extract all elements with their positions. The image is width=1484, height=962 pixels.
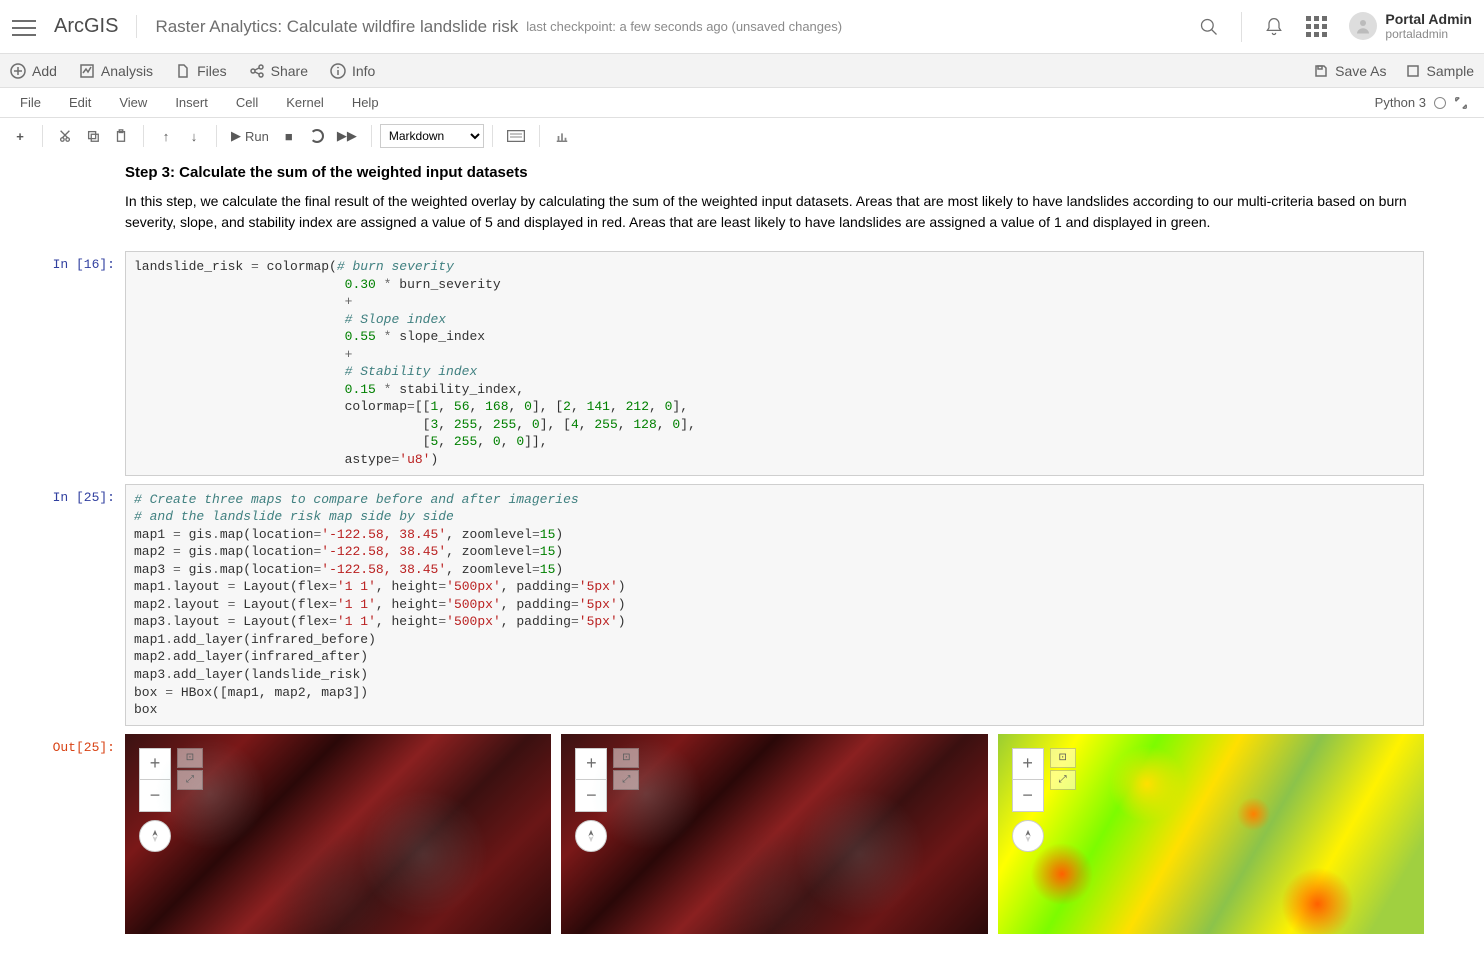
- menu-insert[interactable]: Insert: [161, 95, 222, 110]
- share-button[interactable]: Share: [249, 63, 308, 79]
- menu-bar: File Edit View Insert Cell Kernel Help P…: [0, 88, 1484, 118]
- map-risk[interactable]: +− ⊡⤢: [998, 734, 1424, 934]
- code-body-16[interactable]: landslide_risk = colormap(# burn severit…: [125, 251, 1424, 476]
- cell-type-select[interactable]: Markdown: [380, 124, 484, 148]
- zoom-out-button[interactable]: −: [1012, 780, 1044, 812]
- extent-icon[interactable]: ⤢: [613, 770, 639, 790]
- basemap-icon[interactable]: ⊡: [613, 748, 639, 768]
- step-heading: Step 3: Calculate the sum of the weighte…: [125, 164, 1424, 181]
- prompt-in-25: In [25]:: [40, 484, 125, 726]
- move-up-button[interactable]: ↑: [152, 123, 180, 149]
- notebook-title[interactable]: Raster Analytics: Calculate wildfire lan…: [155, 17, 518, 37]
- action-bar: Add Analysis Files Share Info Save As Sa…: [0, 54, 1484, 88]
- top-header: ArcGIS Raster Analytics: Calculate wildf…: [0, 0, 1484, 54]
- sample-button[interactable]: Sample: [1405, 63, 1474, 79]
- menu-cell[interactable]: Cell: [222, 95, 272, 110]
- zoom-in-button[interactable]: +: [1012, 748, 1044, 780]
- basemap-icon[interactable]: ⊡: [1050, 748, 1076, 768]
- expand-icon[interactable]: [1454, 96, 1468, 110]
- copy-button[interactable]: [79, 123, 107, 149]
- prompt-in-16: In [16]:: [40, 251, 125, 476]
- menu-icon[interactable]: [12, 15, 36, 39]
- code-body-25[interactable]: # Create three maps to compare before an…: [125, 484, 1424, 726]
- user-name: Portal Admin: [1385, 12, 1472, 27]
- info-button[interactable]: Info: [330, 63, 375, 79]
- bell-icon[interactable]: [1264, 17, 1284, 37]
- stop-button[interactable]: ■: [275, 123, 303, 149]
- user-login: portaladmin: [1385, 28, 1472, 41]
- menu-edit[interactable]: Edit: [55, 95, 105, 110]
- checkpoint-status: last checkpoint: a few seconds ago (unsa…: [526, 19, 842, 34]
- restart-button[interactable]: [303, 123, 331, 149]
- map-before[interactable]: +− ⊡⤢: [125, 734, 551, 934]
- code-cell-25[interactable]: In [25]: # Create three maps to compare …: [40, 484, 1424, 726]
- chart-icon[interactable]: [548, 123, 576, 149]
- output-cell-25: Out[25]: +− ⊡⤢ +− ⊡⤢ +− ⊡⤢: [40, 734, 1424, 934]
- compass-icon[interactable]: [575, 820, 607, 852]
- step-paragraph: In this step, we calculate the final res…: [125, 191, 1424, 233]
- zoom-out-button[interactable]: −: [575, 780, 607, 812]
- move-down-button[interactable]: ↓: [180, 123, 208, 149]
- menu-kernel[interactable]: Kernel: [272, 95, 338, 110]
- run-all-button[interactable]: ▶▶: [331, 123, 363, 149]
- save-as-button[interactable]: Save As: [1313, 63, 1386, 79]
- menu-view[interactable]: View: [105, 95, 161, 110]
- maps-output: +− ⊡⤢ +− ⊡⤢ +− ⊡⤢: [125, 734, 1424, 934]
- menu-file[interactable]: File: [6, 95, 55, 110]
- divider: [1241, 12, 1242, 42]
- zoom-in-button[interactable]: +: [139, 748, 171, 780]
- basemap-icon[interactable]: ⊡: [177, 748, 203, 768]
- apps-grid-icon[interactable]: [1306, 16, 1327, 37]
- zoom-out-button[interactable]: −: [139, 780, 171, 812]
- markdown-cell[interactable]: Step 3: Calculate the sum of the weighte…: [125, 164, 1424, 233]
- brand-label: ArcGIS: [54, 15, 137, 38]
- extent-icon[interactable]: ⤢: [1050, 770, 1076, 790]
- prompt-out-25: Out[25]:: [40, 734, 125, 934]
- map-after[interactable]: +− ⊡⤢: [561, 734, 987, 934]
- compass-icon[interactable]: [1012, 820, 1044, 852]
- add-button[interactable]: Add: [10, 63, 57, 79]
- toolbar: + ↑ ↓ ▶Run ■ ▶▶ Markdown: [0, 118, 1484, 154]
- reload-icon: [310, 129, 324, 143]
- add-cell-button[interactable]: +: [6, 123, 34, 149]
- search-icon[interactable]: [1199, 17, 1219, 37]
- kernel-status-icon: [1434, 97, 1446, 109]
- cut-button[interactable]: [51, 123, 79, 149]
- extent-icon[interactable]: ⤢: [177, 770, 203, 790]
- zoom-in-button[interactable]: +: [575, 748, 607, 780]
- kernel-name[interactable]: Python 3: [1375, 95, 1426, 110]
- compass-icon[interactable]: [139, 820, 171, 852]
- menu-help[interactable]: Help: [338, 95, 393, 110]
- notebook-area: Step 3: Calculate the sum of the weighte…: [0, 154, 1484, 962]
- paste-button[interactable]: [107, 123, 135, 149]
- run-button[interactable]: ▶Run: [225, 123, 275, 149]
- code-cell-16[interactable]: In [16]: landslide_risk = colormap(# bur…: [40, 251, 1424, 476]
- user-menu[interactable]: Portal Admin portaladmin: [1349, 12, 1472, 41]
- keyboard-icon[interactable]: [501, 123, 531, 149]
- files-button[interactable]: Files: [175, 63, 227, 79]
- avatar-icon: [1349, 12, 1377, 40]
- analysis-button[interactable]: Analysis: [79, 63, 153, 79]
